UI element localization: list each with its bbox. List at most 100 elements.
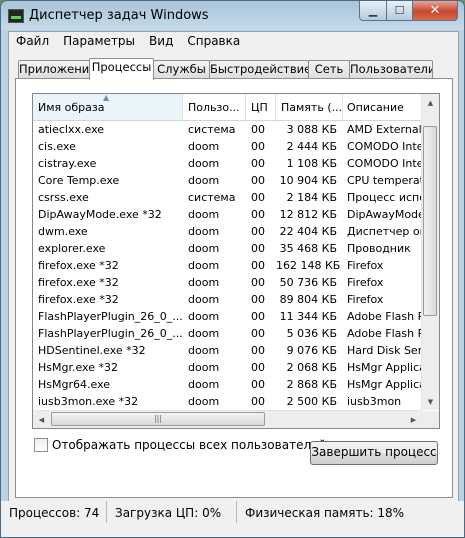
cell-cpu: 00 xyxy=(251,276,265,289)
table-row[interactable]: DipAwayMode.exe *32 doom 00 12 812 КБ DipAwa… xyxy=(33,206,422,223)
cell-memory: 2 500 КБ xyxy=(286,395,337,408)
cell-image-name: explorer.exe xyxy=(38,242,106,255)
maximize-button[interactable]: ☐ xyxy=(387,1,413,21)
column-image-name[interactable]: ▲ Имя образа xyxy=(33,94,183,120)
cell-user: doom xyxy=(188,208,220,221)
cell-cpu: 00 xyxy=(251,293,265,306)
cell-cpu: 00 xyxy=(251,157,265,170)
table-row[interactable]: HsMgr.exe *32 doom 00 2 068 КБ HsMgr Applica xyxy=(33,359,422,376)
menu-options[interactable]: Параметры xyxy=(56,32,142,52)
cell-description: Firefox xyxy=(347,293,384,306)
table-row[interactable]: iusb3mon.exe *32 doom 00 2 500 КБ iusb3mon xyxy=(33,393,422,410)
cell-user: doom xyxy=(188,344,220,357)
scroll-left-icon[interactable]: ◀ xyxy=(33,411,50,428)
cell-image-name: csrss.exe xyxy=(38,191,89,204)
cell-image-name: dwm.exe xyxy=(38,225,88,238)
tab-services[interactable]: Службы xyxy=(153,60,210,79)
tab-users[interactable]: Пользователи xyxy=(349,60,433,79)
tab-applications[interactable]: Приложения xyxy=(18,60,90,79)
cell-image-name: firefox.exe *32 xyxy=(38,276,119,289)
vertical-scroll-thumb[interactable] xyxy=(423,126,437,316)
cell-cpu: 00 xyxy=(251,242,265,255)
process-list[interactable]: ▲ Имя образа Пользо... ЦП Память (... Оп… xyxy=(32,93,440,429)
cell-image-name: FlashPlayerPlugin_26_0_... xyxy=(38,310,183,323)
table-row[interactable]: firefox.exe *32 doom 00 89 804 КБ Firefox xyxy=(33,291,422,308)
cell-cpu: 00 xyxy=(251,140,265,153)
table-row[interactable]: atieclxx.exe система 00 3 088 КБ AMD Externa… xyxy=(33,121,422,138)
cell-description: Диспетчер ок xyxy=(347,225,422,238)
table-row[interactable]: dwm.exe doom 00 22 404 КБ Диспетчер ок xyxy=(33,223,422,240)
menu-view[interactable]: Вид xyxy=(142,32,180,52)
cell-user: doom xyxy=(188,174,220,187)
cell-memory: 22 404 КБ xyxy=(279,225,337,238)
horizontal-scroll-thumb[interactable]: ||| xyxy=(51,412,265,426)
cell-memory: 12 812 КБ xyxy=(279,208,337,221)
cell-image-name: iusb3mon.exe *32 xyxy=(38,395,139,408)
tab-processes[interactable]: Процессы xyxy=(89,58,154,80)
horizontal-scrollbar[interactable]: ◀ ||| ▶ xyxy=(33,410,422,428)
table-row[interactable]: HsMgr64.exe doom 00 2 868 КБ HsMgr Applica xyxy=(33,376,422,393)
cell-description: AMD External xyxy=(347,123,422,136)
table-row[interactable]: explorer.exe doom 00 35 468 КБ Проводник xyxy=(33,240,422,257)
cell-memory: 2 184 КБ xyxy=(286,191,337,204)
cell-cpu: 00 xyxy=(251,123,265,136)
show-all-checkbox[interactable] xyxy=(34,438,48,452)
vertical-scrollbar[interactable]: ▲ ▼ xyxy=(421,94,439,410)
cell-memory: 50 736 КБ xyxy=(279,276,337,289)
tab-performance[interactable]: Быстродействие xyxy=(209,60,309,79)
table-row[interactable]: FlashPlayerPlugin_26_0_... doom 00 5 036 КБ… xyxy=(33,325,422,342)
table-row[interactable]: cistray.exe doom 00 1 108 КБ COMODO Inte xyxy=(33,155,422,172)
minimize-button[interactable]: ▁ xyxy=(359,1,387,21)
menu-file[interactable]: Файл xyxy=(9,32,56,52)
cell-memory: 1 108 КБ xyxy=(286,157,337,170)
cell-cpu: 00 xyxy=(251,208,265,221)
column-memory[interactable]: Память (... xyxy=(276,94,343,120)
table-row[interactable]: Core Temp.exe doom 00 10 904 КБ CPU temperat xyxy=(33,172,422,189)
cell-user: doom xyxy=(188,327,220,340)
scroll-right-icon[interactable]: ▶ xyxy=(405,411,422,428)
show-all-processes-option[interactable]: Отображать процессы всех пользователей xyxy=(34,438,326,452)
cell-memory: 10 904 КБ xyxy=(279,174,337,187)
cell-user: система xyxy=(188,123,236,136)
cell-description: COMODO Inte xyxy=(347,140,422,153)
menu-bar: Файл Параметры Вид Справка xyxy=(9,32,458,52)
scroll-down-icon[interactable]: ▼ xyxy=(422,393,439,410)
caption-buttons: ▁ ☐ ✕ xyxy=(359,1,458,21)
cell-description: Hard Disk Sen xyxy=(347,344,422,357)
column-user[interactable]: Пользо... xyxy=(183,94,246,120)
cell-memory: 89 804 КБ xyxy=(279,293,337,306)
status-process-count: Процессов: 74 xyxy=(1,501,107,523)
cell-user: doom xyxy=(188,225,220,238)
table-row[interactable]: cis.exe doom 00 2 444 КБ COMODO Inte xyxy=(33,138,422,155)
close-button[interactable]: ✕ xyxy=(413,1,458,21)
cell-image-name: Core Temp.exe xyxy=(38,174,120,187)
cell-image-name: DipAwayMode.exe *32 xyxy=(38,208,162,221)
cell-user: doom xyxy=(188,395,220,408)
column-description[interactable]: Описание xyxy=(343,94,422,120)
cell-image-name: cis.exe xyxy=(38,140,76,153)
client-area: Файл Параметры Вид Справка Приложения Пр… xyxy=(8,31,459,502)
menu-help[interactable]: Справка xyxy=(180,32,247,52)
cell-user: doom xyxy=(188,242,220,255)
end-process-button[interactable]: Завершить процесс xyxy=(310,441,438,465)
table-row[interactable]: firefox.exe *32 doom 00 162 148 КБ Firefox xyxy=(33,257,422,274)
table-row[interactable]: HDSentinel.exe *32 doom 00 9 076 КБ Hard Dis… xyxy=(33,342,422,359)
table-row[interactable]: firefox.exe *32 doom 00 50 736 КБ Firefox xyxy=(33,274,422,291)
tab-network[interactable]: Сеть xyxy=(308,60,350,79)
cell-cpu: 00 xyxy=(251,191,265,204)
column-cpu[interactable]: ЦП xyxy=(246,94,276,120)
cell-description: Проводник xyxy=(347,242,411,255)
cell-cpu: 00 xyxy=(251,395,265,408)
cell-description: COMODO Inte xyxy=(347,157,422,170)
title-bar[interactable]: Диспетчер задач Windows ▁ ☐ ✕ xyxy=(1,1,464,31)
tab-strip: Приложения Процессы Службы Быстродействи… xyxy=(15,58,453,80)
cell-cpu: 00 xyxy=(251,361,265,374)
scroll-up-icon[interactable]: ▲ xyxy=(422,94,439,111)
table-row[interactable]: csrss.exe система 00 2 184 КБ Процесс испо xyxy=(33,189,422,206)
cell-description: iusb3mon xyxy=(347,395,402,408)
table-row[interactable]: FlashPlayerPlugin_26_0_... doom 00 11 344 К… xyxy=(33,308,422,325)
status-cpu-usage: Загрузка ЦП: 0% xyxy=(107,501,237,523)
cell-cpu: 00 xyxy=(251,378,265,391)
cell-memory: 2 444 КБ xyxy=(286,140,337,153)
cell-description: HsMgr Applica xyxy=(347,361,422,374)
